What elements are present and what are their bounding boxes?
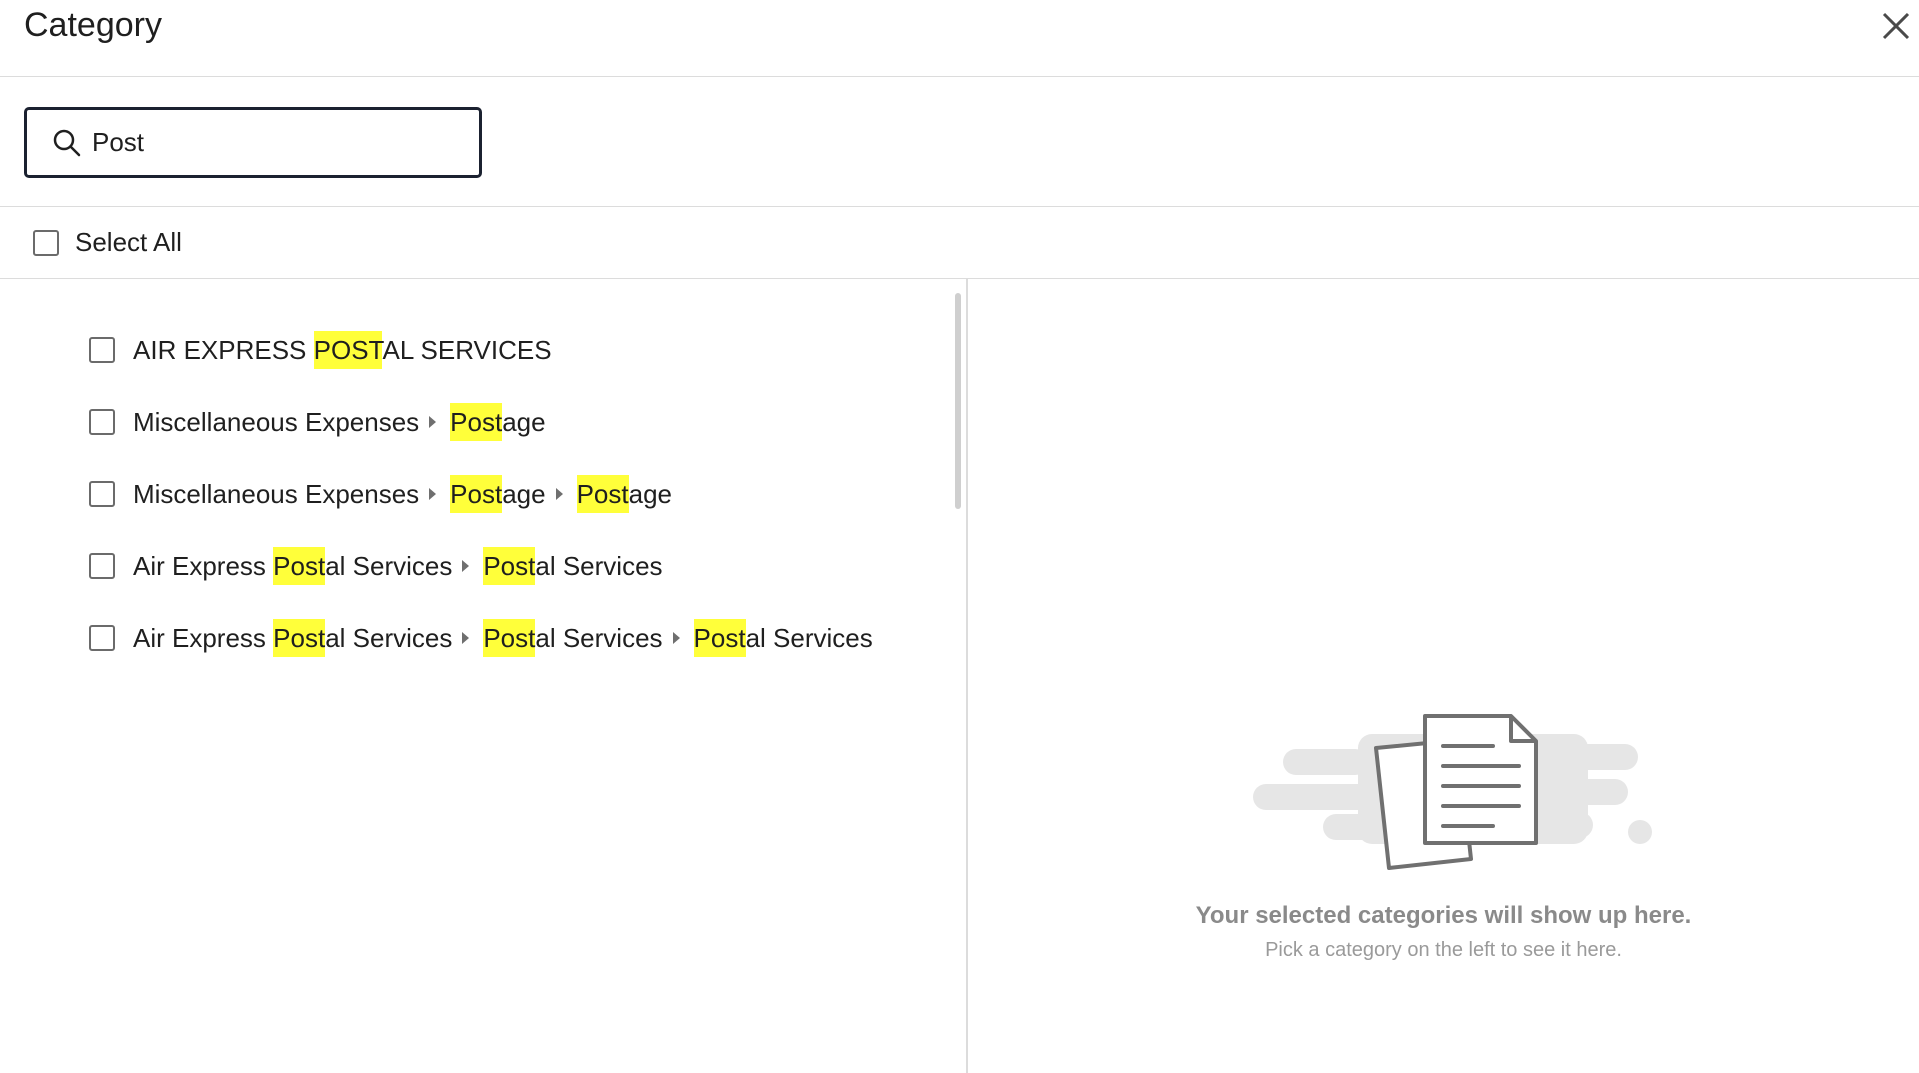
path-segment: Postal Services: [693, 618, 873, 657]
select-all-row: Select All: [0, 207, 1919, 279]
path-segment: Postage: [576, 474, 672, 513]
results-pane: AIR EXPRESS POSTAL SERVICES Miscellaneous…: [0, 279, 968, 1073]
caret-right-icon: [429, 488, 437, 500]
result-item[interactable]: Miscellaneous Expenses Postage: [89, 386, 873, 458]
caret-right-icon: [462, 560, 470, 572]
result-item[interactable]: Miscellaneous Expenses Postage Postage: [89, 458, 873, 530]
caret-right-icon: [555, 488, 563, 500]
result-checkbox[interactable]: [89, 625, 115, 651]
result-item[interactable]: Air Express Postal Services Postal Servic…: [89, 530, 873, 602]
result-path[interactable]: Miscellaneous Expenses Postage: [133, 402, 546, 441]
caret-right-icon: [462, 632, 470, 644]
result-path[interactable]: Miscellaneous Expenses Postage Postage: [133, 474, 672, 513]
results-list: AIR EXPRESS POSTAL SERVICES Miscellaneous…: [89, 314, 873, 674]
segment-text: al Services: [745, 622, 873, 653]
path-segment: Postage: [450, 474, 546, 513]
result-path[interactable]: Air Express Postal Services Postal Servic…: [133, 546, 663, 585]
results-scrollbar[interactable]: [955, 293, 961, 509]
select-all-checkbox[interactable]: [33, 230, 59, 256]
empty-state-subtitle: Pick a category on the left to see it he…: [1265, 939, 1622, 961]
segment-text: al Services: [325, 622, 453, 653]
segment-text: age: [628, 478, 672, 509]
search-input[interactable]: [90, 126, 464, 159]
search-icon: [52, 128, 82, 158]
document-icon: [1253, 714, 1652, 870]
segment-text: AIR EXPRESS: [133, 334, 314, 365]
segment-text: Miscellaneous Expenses: [133, 406, 420, 437]
match-highlight: Post: [273, 618, 326, 657]
close-icon: [1882, 12, 1910, 40]
path-segment: Postal Services: [483, 618, 663, 657]
segment-text: Air Express: [133, 550, 274, 581]
path-segment: Postal Services: [483, 546, 663, 585]
segment-text: AL SERVICES: [382, 334, 552, 365]
path-segment: AIR EXPRESS POSTAL SERVICES: [133, 330, 552, 369]
result-checkbox[interactable]: [89, 481, 115, 507]
result-item[interactable]: AIR EXPRESS POSTAL SERVICES: [89, 314, 873, 386]
result-path[interactable]: AIR EXPRESS POSTAL SERVICES: [133, 330, 552, 369]
match-highlight: Post: [576, 474, 629, 513]
path-segment: Air Express Postal Services: [133, 546, 453, 585]
segment-text: al Services: [325, 550, 453, 581]
match-highlight: Post: [693, 618, 746, 657]
result-path[interactable]: Air Express Postal Services Postal Servic…: [133, 618, 873, 657]
close-button[interactable]: [1876, 6, 1916, 46]
dialog-header: Category: [0, 0, 1919, 77]
match-highlight: Post: [483, 546, 536, 585]
match-highlight: Post: [273, 546, 326, 585]
select-all-label[interactable]: Select All: [75, 227, 182, 258]
selected-pane: Your selected categories will show up he…: [968, 279, 1919, 1073]
empty-state-title: Your selected categories will show up he…: [1195, 902, 1692, 929]
segment-text: al Services: [535, 622, 663, 653]
match-highlight: Post: [483, 618, 536, 657]
match-highlight: Post: [450, 402, 503, 441]
result-item[interactable]: Air Express Postal Services Postal Servic…: [89, 602, 873, 674]
dialog-title: Category: [24, 6, 162, 44]
path-segment: Air Express Postal Services: [133, 618, 453, 657]
result-checkbox[interactable]: [89, 409, 115, 435]
segment-text: age: [502, 406, 546, 437]
search-row: [0, 77, 1919, 207]
segment-text: age: [502, 478, 546, 509]
caret-right-icon: [672, 632, 680, 644]
segment-text: Air Express: [133, 622, 274, 653]
search-box[interactable]: [24, 107, 482, 178]
path-segment: Miscellaneous Expenses: [133, 479, 419, 510]
match-highlight: POST: [313, 330, 383, 369]
path-segment: Miscellaneous Expenses: [133, 407, 419, 438]
path-segment: Postage: [450, 402, 546, 441]
segment-text: al Services: [535, 550, 663, 581]
result-checkbox[interactable]: [89, 553, 115, 579]
match-highlight: Post: [450, 474, 503, 513]
caret-right-icon: [429, 416, 437, 428]
segment-text: Miscellaneous Expenses: [133, 478, 420, 509]
result-checkbox[interactable]: [89, 337, 115, 363]
